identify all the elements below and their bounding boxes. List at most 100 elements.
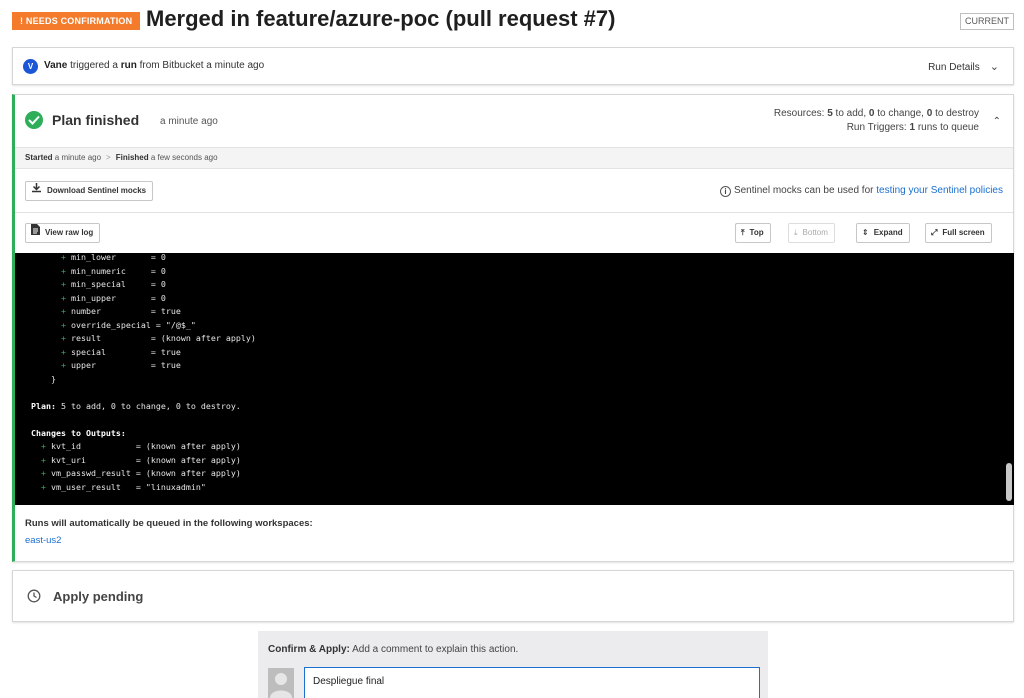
run-text-part: triggered a bbox=[67, 60, 121, 71]
arrow-to-top-icon: ⤒ bbox=[741, 228, 745, 237]
log-line: + override_special = "/@$_" bbox=[31, 320, 196, 330]
expand-button[interactable]: ⇕ Expand bbox=[856, 223, 910, 243]
run-trigger-text: Vane triggered a run from Bitbucket a mi… bbox=[44, 60, 264, 71]
user-name: Vane bbox=[44, 60, 68, 71]
user-avatar: V bbox=[23, 59, 38, 74]
plan-label: Plan: bbox=[31, 400, 56, 411]
view-raw-log-label: View raw log bbox=[45, 228, 94, 238]
log-value: = (known after apply) bbox=[130, 454, 241, 465]
current-badge: CURRENT bbox=[960, 13, 1014, 30]
started-label: Started bbox=[25, 153, 53, 162]
sentinel-policies-link[interactable]: testing your Sentinel policies bbox=[876, 185, 1003, 196]
fullscreen-icon: ⤢ bbox=[931, 228, 938, 237]
mocks-info-text: Sentinel mocks can be used for bbox=[733, 185, 877, 196]
run-trigger-card[interactable]: V Vane triggered a run from Bitbucket a … bbox=[12, 47, 1014, 85]
run-link[interactable]: run bbox=[121, 60, 137, 71]
run-text-part: from Bitbucket a minute ago bbox=[136, 60, 265, 71]
log-value: = 0 bbox=[145, 253, 166, 262]
expand-icon: ⇕ bbox=[862, 228, 869, 237]
log-value: = "/@$_" bbox=[150, 319, 196, 330]
plan-header[interactable]: Plan finished a minute ago Resources: 5 … bbox=[15, 95, 1013, 147]
download-icon bbox=[31, 182, 42, 200]
plan-time: a minute ago bbox=[160, 116, 218, 127]
log-key: result bbox=[65, 333, 146, 343]
clock-icon bbox=[27, 589, 41, 608]
log-line: + kvt_id = (known after apply) bbox=[31, 441, 241, 451]
log-key: min_special bbox=[65, 279, 146, 289]
apply-pending-title: Apply pending bbox=[53, 589, 144, 604]
log-key: override_special bbox=[65, 319, 151, 330]
log-key: min_upper bbox=[65, 292, 146, 303]
plan-status-title: Plan finished bbox=[52, 112, 140, 128]
document-icon bbox=[31, 224, 40, 242]
log-key: upper bbox=[65, 360, 146, 370]
workspace-link[interactable]: east-us2 bbox=[25, 535, 61, 546]
log-value: = true bbox=[145, 306, 181, 316]
run-details-toggle[interactable]: Run Details ⌄ bbox=[928, 60, 999, 73]
run-triggers-text: runs to queue bbox=[915, 122, 979, 133]
chevron-up-icon[interactable]: ⌃ bbox=[993, 116, 1001, 127]
log-toolbar: View raw log ⤒ Top ⤓ Bottom ⇕ Expand ⤢ Full … bbox=[15, 213, 1013, 253]
expand-label: Expand bbox=[873, 228, 903, 238]
bottom-label: Bottom bbox=[802, 228, 828, 238]
run-details-label: Run Details bbox=[928, 62, 980, 73]
confirm-apply-label: Confirm & Apply: Add a comment to explai… bbox=[268, 644, 518, 655]
plan-log-output[interactable]: + min_lower = 0 + min_numeric = 0 + min_… bbox=[15, 253, 1014, 505]
log-value: = (known after apply) bbox=[130, 468, 241, 478]
log-line: + result = (known after apply) bbox=[31, 333, 256, 343]
finished-time: a few seconds ago bbox=[148, 153, 218, 162]
download-sentinel-mocks-button[interactable]: Download Sentinel mocks bbox=[25, 181, 154, 201]
log-line: + min_upper = 0 bbox=[31, 293, 166, 303]
comment-input[interactable]: Despliegue final bbox=[304, 667, 760, 698]
log-value: = true bbox=[145, 360, 181, 370]
log-scrollbar[interactable] bbox=[1006, 463, 1012, 501]
scroll-bottom-button[interactable]: ⤓ Bottom bbox=[788, 223, 835, 243]
confirm-hint: Add a comment to explain this action. bbox=[349, 644, 519, 655]
started-time: a minute ago bbox=[52, 153, 102, 162]
log-value: = true bbox=[145, 346, 181, 357]
page-title: Merged in feature/azure-poc (pull reques… bbox=[146, 6, 616, 31]
view-raw-log-button[interactable]: View raw log bbox=[25, 223, 101, 243]
add-text: to add, bbox=[832, 108, 869, 119]
resource-attribute-lines: + min_lower = 0 + min_numeric = 0 + min_… bbox=[31, 253, 256, 370]
user-avatar-placeholder bbox=[268, 668, 294, 698]
run-header: ! NEEDS CONFIRMATION Merged in feature/a… bbox=[12, 6, 1014, 36]
log-value: = 0 bbox=[145, 292, 166, 303]
full-screen-label: Full screen bbox=[942, 228, 985, 238]
log-value: = 0 bbox=[145, 265, 166, 276]
log-line: + vm_passwd_result = (known after apply) bbox=[31, 468, 241, 478]
destroy-text: to destroy bbox=[932, 108, 979, 119]
top-label: Top bbox=[749, 228, 764, 238]
log-key: special bbox=[65, 346, 146, 357]
log-line: + vm_user_result = "linuxadmin" bbox=[31, 482, 206, 492]
change-text: to change, bbox=[874, 108, 927, 119]
log-line: + upper = true bbox=[31, 360, 181, 370]
scroll-top-button[interactable]: ⤒ Top bbox=[735, 223, 771, 243]
finished-label: Finished bbox=[115, 153, 149, 162]
check-circle-icon bbox=[25, 111, 43, 129]
log-key: kvt_id bbox=[46, 441, 131, 451]
plan-card: Plan finished a minute ago Resources: 5 … bbox=[12, 94, 1014, 562]
log-line: + min_special = 0 bbox=[31, 279, 166, 289]
log-line: + number = true bbox=[31, 306, 181, 316]
output-lines: + kvt_id = (known after apply) + kvt_uri… bbox=[31, 441, 241, 492]
sentinel-mocks-row: Download Sentinel mocks i Sentinel mocks … bbox=[15, 169, 1013, 213]
log-text: + min_lower = 0 + min_numeric = 0 + min_… bbox=[31, 253, 256, 494]
log-value: = 0 bbox=[145, 279, 166, 289]
log-value: = "linuxadmin" bbox=[130, 481, 206, 492]
confirm-title: Confirm & Apply: bbox=[268, 644, 350, 655]
resources-summary: Resources: 5 to add, 0 to change, 0 to d… bbox=[774, 107, 979, 135]
arrow-to-bottom-icon: ⤓ bbox=[794, 228, 798, 237]
log-key: min_numeric bbox=[65, 265, 146, 276]
log-line: + min_numeric = 0 bbox=[31, 266, 166, 276]
log-key: min_lower bbox=[65, 253, 146, 262]
log-value: = (known after apply) bbox=[130, 441, 241, 451]
outputs-label: Changes to Outputs: bbox=[31, 427, 126, 438]
log-line: + kvt_uri = (known after apply) bbox=[31, 455, 241, 465]
apply-pending-card[interactable]: Apply pending bbox=[12, 570, 1014, 622]
log-key: number bbox=[65, 306, 146, 316]
mocks-info: i Sentinel mocks can be used for testing … bbox=[719, 185, 1003, 197]
log-line: + min_lower = 0 bbox=[31, 253, 166, 262]
full-screen-button[interactable]: ⤢ Full screen bbox=[925, 223, 992, 243]
log-line: + special = true bbox=[31, 347, 181, 357]
